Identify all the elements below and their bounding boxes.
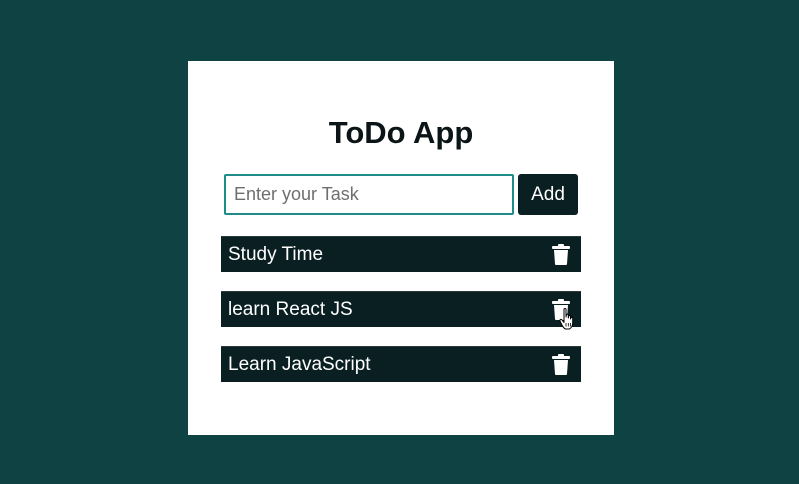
delete-button[interactable] [549, 353, 573, 377]
trash-icon [552, 299, 570, 320]
task-text: learn React JS [228, 298, 353, 320]
task-input[interactable] [224, 174, 514, 215]
todo-card: ToDo App Add Study Time learn React JS [188, 61, 614, 435]
trash-icon [552, 354, 570, 375]
task-item: Study Time [221, 236, 581, 272]
task-item: learn React JS [221, 291, 581, 329]
delete-button[interactable] [549, 243, 573, 267]
task-list: Study Time learn React JS Learn JavaScri… [221, 236, 581, 401]
task-item: Learn JavaScript [221, 346, 581, 382]
app-title: ToDo App [328, 115, 474, 150]
task-text: Study Time [228, 243, 324, 265]
trash-icon [552, 244, 570, 265]
delete-button[interactable] [549, 298, 574, 329]
task-text: Learn JavaScript [228, 353, 371, 375]
add-button[interactable]: Add [518, 174, 578, 215]
